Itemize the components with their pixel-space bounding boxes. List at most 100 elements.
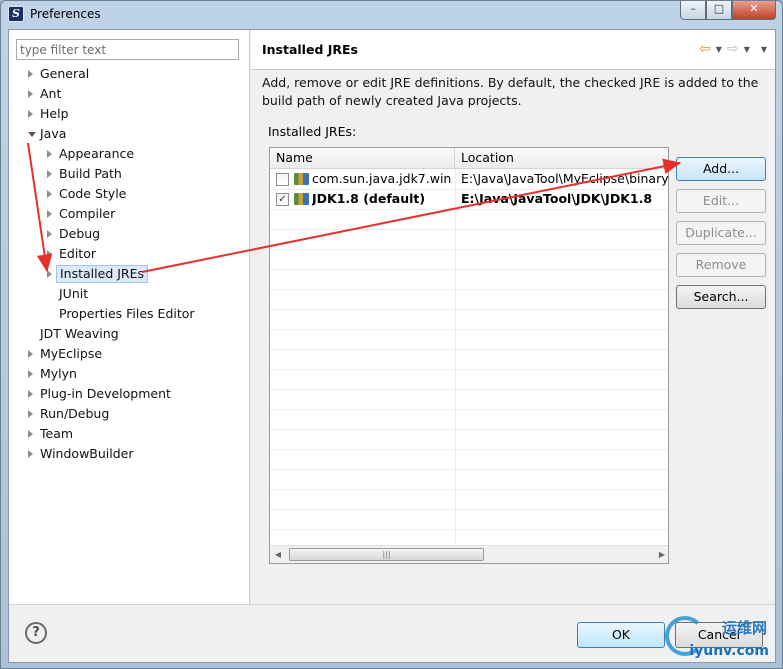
- collapsed-arrow-icon[interactable]: [28, 410, 33, 418]
- row-gridline: [270, 389, 668, 390]
- tree-item[interactable]: Run/Debug: [9, 405, 249, 423]
- jre-location: E:\Java\JavaTool\MyEclipse\binary\: [461, 171, 668, 186]
- tree-item-label: Help: [40, 106, 69, 121]
- row-gridline: [270, 429, 668, 430]
- tree-item[interactable]: Mylyn: [9, 365, 249, 383]
- collapsed-arrow-icon[interactable]: [28, 450, 33, 458]
- jre-library-icon: [294, 193, 309, 205]
- column-header-location[interactable]: Location: [455, 148, 668, 169]
- tree-item-label: JUnit: [59, 286, 89, 301]
- add-button[interactable]: Add...: [676, 157, 766, 181]
- row-gridline: [270, 469, 668, 470]
- page-header: Installed JREs ⇦ ▼ ⇨ ▼ ▼: [251, 30, 775, 70]
- tree-item-label: Mylyn: [40, 366, 77, 381]
- tree-item[interactable]: Code Style: [9, 185, 249, 203]
- jre-name: JDK1.8 (default): [312, 191, 426, 206]
- installed-jres-label: Installed JREs:: [268, 124, 357, 139]
- row-gridline: [270, 369, 668, 370]
- scroll-thumb[interactable]: |||: [289, 548, 484, 561]
- row-gridline: [270, 209, 668, 210]
- tree-item-label: Build Path: [59, 166, 122, 181]
- tree-item[interactable]: Editor: [9, 245, 249, 263]
- expanded-arrow-icon[interactable]: [28, 132, 36, 137]
- tree-item[interactable]: JDT Weaving: [9, 325, 249, 343]
- collapsed-arrow-icon[interactable]: [47, 150, 52, 158]
- installed-jres-table: Name Location com.sun.java.jdk7.win... E…: [269, 147, 669, 564]
- tree-item[interactable]: Appearance: [9, 145, 249, 163]
- tree-item-label: Code Style: [59, 186, 127, 201]
- row-gridline: [270, 329, 668, 330]
- window-controls: – □ ✕: [680, 1, 776, 20]
- dialog-button-bar: ? OK Cancel 运维网 iyunv.com: [9, 604, 775, 662]
- jre-checkbox-checked[interactable]: ✓: [276, 193, 289, 206]
- tree-item[interactable]: JUnit: [9, 285, 249, 303]
- page-description: Add, remove or edit JRE definitions. By …: [262, 75, 759, 108]
- collapsed-arrow-icon[interactable]: [47, 170, 52, 178]
- table-row[interactable]: ✓ JDK1.8 (default) E:\Java\JavaTool\JDK\…: [270, 189, 668, 209]
- tree-item[interactable]: Debug: [9, 225, 249, 243]
- jre-checkbox[interactable]: [276, 173, 289, 186]
- row-gridline: [270, 409, 668, 410]
- collapsed-arrow-icon[interactable]: [28, 90, 33, 98]
- tree-item[interactable]: MyEclipse: [9, 345, 249, 363]
- tree-item-label: Plug-in Development: [40, 386, 171, 401]
- column-header-name[interactable]: Name: [270, 148, 455, 169]
- view-menu-icon[interactable]: ▼: [761, 45, 767, 54]
- maximize-button[interactable]: □: [706, 1, 732, 20]
- collapsed-arrow-icon[interactable]: [28, 370, 33, 378]
- tree-item-label: General: [40, 66, 90, 81]
- row-gridline: [270, 509, 668, 510]
- tree-item[interactable]: Plug-in Development: [9, 385, 249, 403]
- minimize-button[interactable]: –: [680, 1, 706, 20]
- row-gridline: [270, 529, 668, 530]
- tree-item[interactable]: General: [9, 65, 249, 83]
- tree-item[interactable]: Installed JREs: [9, 265, 249, 283]
- tree-item-label: Run/Debug: [40, 406, 110, 421]
- collapsed-arrow-icon[interactable]: [47, 230, 52, 238]
- tree-item[interactable]: Help: [9, 105, 249, 123]
- tree-item-label: Team: [40, 426, 74, 441]
- window-title: Preferences: [30, 7, 101, 21]
- remove-button[interactable]: Remove: [676, 253, 766, 277]
- collapsed-arrow-icon[interactable]: [28, 70, 33, 78]
- preference-tree-pane: General Ant Help Java Appearance Build Path Co…: [9, 30, 250, 604]
- collapsed-arrow-icon[interactable]: [47, 250, 52, 258]
- row-gridline: [270, 289, 668, 290]
- back-arrow-icon[interactable]: ⇦: [699, 42, 711, 56]
- tree-item[interactable]: Compiler: [9, 205, 249, 223]
- help-icon[interactable]: ?: [25, 622, 47, 644]
- tree-item[interactable]: Properties Files Editor: [9, 305, 249, 323]
- duplicate-button[interactable]: Duplicate...: [676, 221, 766, 245]
- collapsed-arrow-icon[interactable]: [28, 430, 33, 438]
- collapsed-arrow-icon[interactable]: [28, 390, 33, 398]
- collapsed-arrow-icon[interactable]: [28, 350, 33, 358]
- collapsed-arrow-icon[interactable]: [28, 110, 33, 118]
- collapsed-arrow-icon[interactable]: [47, 270, 52, 278]
- tree-item[interactable]: Ant: [9, 85, 249, 103]
- forward-dropdown-icon[interactable]: ▼: [744, 45, 750, 54]
- forward-arrow-icon[interactable]: ⇨: [727, 42, 739, 56]
- back-dropdown-icon[interactable]: ▼: [716, 45, 722, 54]
- dialog-client-area: General Ant Help Java Appearance Build Path Co…: [8, 29, 776, 663]
- scroll-right-icon[interactable]: ▶: [654, 546, 668, 563]
- row-gridline: [270, 349, 668, 350]
- horizontal-scrollbar[interactable]: ◀ ||| ▶: [270, 545, 668, 563]
- edit-button[interactable]: Edit...: [676, 189, 766, 213]
- tree-item-label: Debug: [59, 226, 101, 241]
- search-button[interactable]: Search...: [676, 285, 766, 309]
- collapsed-arrow-icon[interactable]: [47, 210, 52, 218]
- filter-input[interactable]: [16, 39, 239, 60]
- table-row[interactable]: com.sun.java.jdk7.win... E:\Java\JavaToo…: [270, 169, 668, 189]
- scroll-left-icon[interactable]: ◀: [270, 546, 286, 563]
- collapsed-arrow-icon[interactable]: [47, 190, 52, 198]
- tree-item[interactable]: Team: [9, 425, 249, 443]
- cancel-button[interactable]: Cancel: [675, 622, 763, 648]
- tree-item-label: Java: [40, 126, 67, 141]
- tree-item-label: Ant: [40, 86, 62, 101]
- close-button[interactable]: ✕: [732, 1, 776, 20]
- tree-item[interactable]: WindowBuilder: [9, 445, 249, 463]
- tree-item[interactable]: Java: [9, 125, 249, 143]
- tree-item[interactable]: Build Path: [9, 165, 249, 183]
- ok-button[interactable]: OK: [577, 622, 665, 648]
- title-bar[interactable]: S Preferences – □ ✕: [1, 1, 782, 29]
